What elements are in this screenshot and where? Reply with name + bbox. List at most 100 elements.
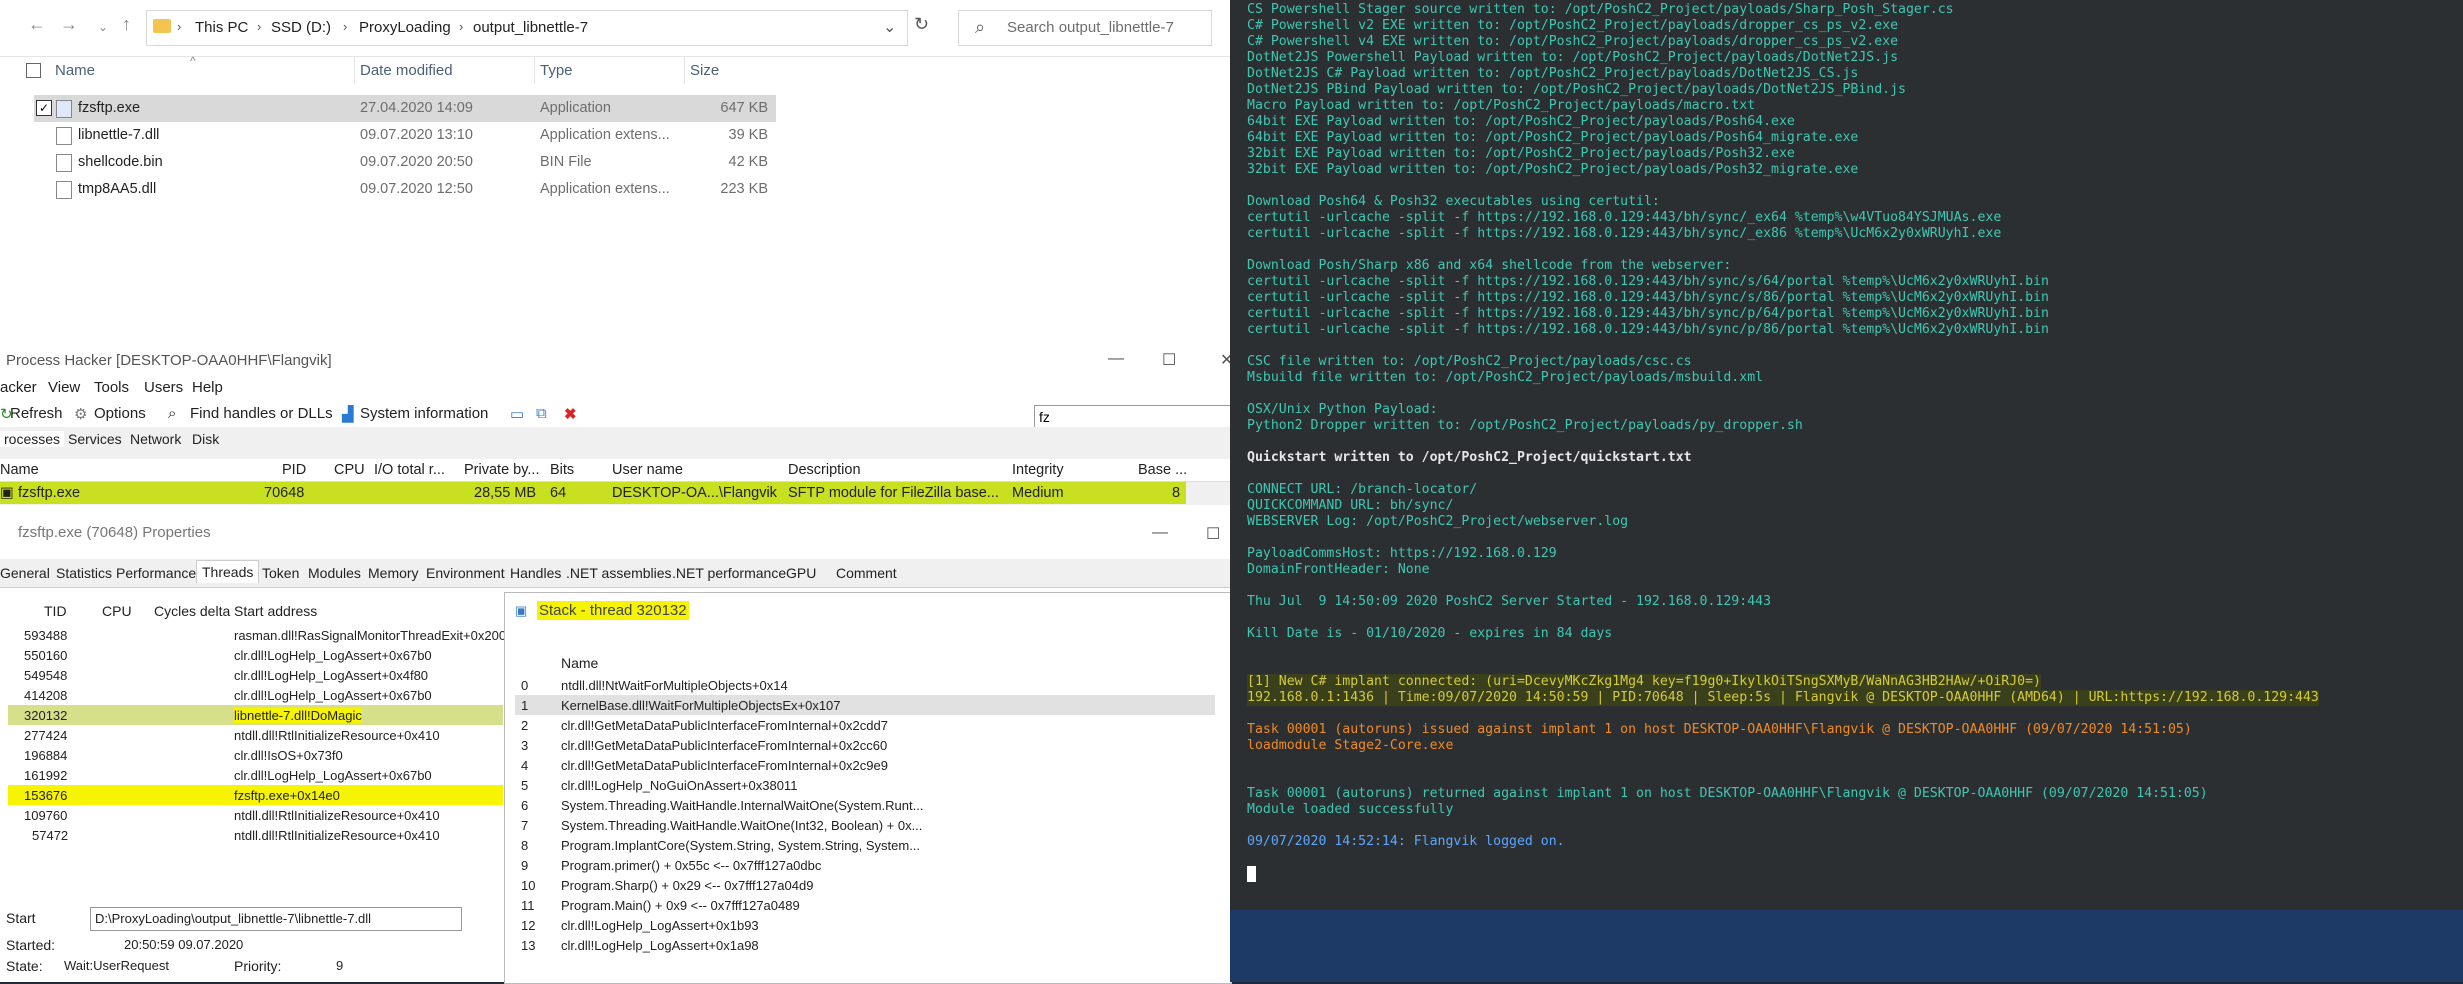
stack-frame[interactable]: 8 Program.ImplantCore(System.String, Syst… bbox=[515, 835, 1215, 855]
tab-processes[interactable]: rocesses bbox=[0, 431, 65, 447]
maximize-icon[interactable]: ☐ bbox=[1206, 524, 1220, 544]
menu-users[interactable]: Users bbox=[144, 379, 183, 396]
tab-handles[interactable]: Handles bbox=[510, 565, 561, 581]
search-input[interactable]: ⌕ Search output_libnettle-7 bbox=[958, 10, 1212, 46]
file-row[interactable]: libnettle-7.dll 09.07.2020 13:10 Applica… bbox=[34, 122, 776, 149]
tab-net-assemblies[interactable]: .NET assemblies bbox=[566, 565, 672, 581]
breadcrumb-item[interactable]: ProxyLoading bbox=[359, 19, 451, 36]
menu-help[interactable]: Help bbox=[192, 379, 223, 396]
file-row[interactable]: shellcode.bin 09.07.2020 20:50 BIN File … bbox=[34, 149, 776, 176]
tab-statistics[interactable]: Statistics bbox=[56, 565, 112, 581]
thread-row[interactable]: 196884 clr.dll!IsOS+0x73f0 bbox=[8, 745, 503, 765]
thread-row[interactable]: 109760 ntdll.dll!RtlInitializeResource+0x… bbox=[8, 805, 503, 825]
col-cpu[interactable]: CPU bbox=[334, 462, 365, 478]
stack-frame[interactable]: 0 ntdll.dll!NtWaitForMultipleObjects+0x14 bbox=[515, 675, 1215, 695]
filter-input[interactable]: fz bbox=[1034, 405, 1232, 429]
tab-net-performance[interactable]: .NET performance bbox=[672, 565, 786, 581]
stack-frame[interactable]: 7 System.Threading.WaitHandle.WaitOne(Int… bbox=[515, 815, 1215, 835]
stack-frame[interactable]: 2 clr.dll!GetMetaDataPublicInterfaceFromI… bbox=[515, 715, 1215, 735]
refresh-icon[interactable]: ↻ bbox=[914, 14, 929, 35]
thread-row-highlighted[interactable]: 153676 fzsftp.exe+0x14e0 bbox=[8, 785, 503, 805]
thread-row[interactable]: 277424 ntdll.dll!RtlInitializeResource+0x… bbox=[8, 725, 503, 745]
tab-threads[interactable]: Threads bbox=[196, 560, 260, 583]
process-row[interactable]: ▣ fzsftp.exe 70648 28,55 MB 64 DESKTOP-O… bbox=[0, 482, 1186, 504]
stack-frame[interactable]: 11 Program.Main() + 0x9 <-- 0x7fff127a048… bbox=[515, 895, 1215, 915]
col-private[interactable]: Private by... bbox=[464, 462, 539, 478]
tab-environment[interactable]: Environment bbox=[426, 565, 505, 581]
col-cycles-delta[interactable]: Cycles delta bbox=[154, 603, 230, 619]
col-integrity[interactable]: Integrity bbox=[1012, 462, 1064, 478]
poshc2-terminal[interactable]: CS Powershell Stager source written to: … bbox=[1230, 0, 2463, 910]
window-find-icon[interactable]: ⧉ bbox=[536, 405, 547, 422]
forward-arrow-icon[interactable]: → bbox=[60, 14, 78, 35]
start-field[interactable]: D:\ProxyLoading\output_libnettle-7\libne… bbox=[90, 907, 462, 931]
column-date-modified[interactable]: Date modified bbox=[360, 62, 453, 79]
stack-frame[interactable]: 3 clr.dll!GetMetaDataPublicInterfaceFromI… bbox=[515, 735, 1215, 755]
thread-row[interactable]: 57472 ntdll.dll!RtlInitializeResource+0x4… bbox=[8, 825, 503, 845]
find-handles-button[interactable]: Find handles or DLLs bbox=[190, 405, 333, 422]
tab-network[interactable]: Network bbox=[130, 431, 181, 447]
frame-name: Program.ImplantCore(System.String, Syste… bbox=[561, 838, 921, 853]
tab-token[interactable]: Token bbox=[262, 565, 299, 581]
stack-frame[interactable]: 13 clr.dll!LogHelp_LogAssert+0x1a98 bbox=[515, 935, 1215, 955]
file-row[interactable]: fzsftp.exe 27.04.2020 14:09 Application … bbox=[34, 95, 776, 122]
terminate-icon[interactable]: ✖ bbox=[564, 405, 577, 423]
tab-general[interactable]: General bbox=[0, 565, 50, 581]
file-checkbox[interactable]: ✓ bbox=[36, 100, 52, 116]
col-description[interactable]: Description bbox=[788, 462, 861, 478]
menu-hacker[interactable]: acker bbox=[0, 379, 37, 396]
thread-row[interactable]: 593488 rasman.dll!RasSignalMonitorThreadE… bbox=[8, 625, 506, 645]
dropdown-chevron-icon[interactable]: ⌄ bbox=[883, 17, 896, 37]
refresh-button[interactable]: Refresh bbox=[10, 405, 63, 422]
thread-row[interactable]: 549548 clr.dll!LogHelp_LogAssert+0x4f80 bbox=[8, 665, 503, 685]
thread-row-selected[interactable]: 320132 libnettle-7.dll!DoMagic bbox=[8, 705, 503, 725]
stack-frame[interactable]: 10 Program.Sharp() + 0x29 <-- 0x7fff127a0… bbox=[515, 875, 1215, 895]
address-bar[interactable]: › This PC › SSD (D:) › ProxyLoading › ou… bbox=[146, 10, 908, 46]
col-base[interactable]: Base ... bbox=[1138, 462, 1187, 478]
window-icon[interactable]: ▭ bbox=[510, 405, 524, 423]
col-user[interactable]: User name bbox=[612, 462, 683, 478]
breadcrumb-item[interactable]: SSD (D:) bbox=[271, 19, 331, 36]
tab-comment[interactable]: Comment bbox=[836, 565, 897, 581]
col-start-address[interactable]: Start address bbox=[234, 603, 317, 619]
minimize-icon[interactable]: — bbox=[1108, 350, 1124, 368]
system-information-button[interactable]: System information bbox=[360, 405, 488, 422]
col-name[interactable]: Name bbox=[0, 462, 39, 478]
tab-modules[interactable]: Modules bbox=[308, 565, 361, 581]
column-type[interactable]: Type bbox=[540, 62, 573, 79]
col-tid[interactable]: TID bbox=[44, 603, 67, 619]
col-cpu[interactable]: CPU bbox=[102, 603, 132, 619]
col-io[interactable]: I/O total r... bbox=[374, 462, 445, 478]
menu-view[interactable]: View bbox=[48, 379, 80, 396]
back-arrow-icon[interactable]: ← bbox=[28, 14, 46, 35]
tab-memory[interactable]: Memory bbox=[368, 565, 419, 581]
col-name[interactable]: Name bbox=[561, 655, 598, 671]
stack-frame[interactable]: 6 System.Threading.WaitHandle.InternalWai… bbox=[515, 795, 1215, 815]
maximize-icon[interactable]: ☐ bbox=[1162, 350, 1176, 370]
breadcrumb-item[interactable]: output_libnettle-7 bbox=[473, 19, 588, 36]
thread-row[interactable]: 414208 clr.dll!LogHelp_LogAssert+0x67b0 bbox=[8, 685, 503, 705]
thread-row[interactable]: 550160 clr.dll!LogHelp_LogAssert+0x67b0 bbox=[8, 645, 503, 665]
column-name[interactable]: Name bbox=[55, 62, 95, 79]
options-button[interactable]: Options bbox=[94, 405, 146, 422]
file-row[interactable]: tmp8AA5.dll 09.07.2020 12:50 Application… bbox=[34, 176, 776, 203]
stack-frame-selected[interactable]: 1 KernelBase.dll!WaitForMultipleObjectsEx… bbox=[515, 695, 1215, 715]
tab-gpu[interactable]: GPU bbox=[786, 565, 816, 581]
stack-frame[interactable]: 4 clr.dll!GetMetaDataPublicInterfaceFromI… bbox=[515, 755, 1215, 775]
stack-frame[interactable]: 9 Program.primer() + 0x55c <-- 0x7fff127a… bbox=[515, 855, 1215, 875]
tab-performance[interactable]: Performance bbox=[116, 565, 196, 581]
col-pid[interactable]: PID bbox=[282, 462, 306, 478]
col-bits[interactable]: Bits bbox=[550, 462, 574, 478]
menu-tools[interactable]: Tools bbox=[94, 379, 129, 396]
up-arrow-icon[interactable]: ↑ bbox=[122, 14, 131, 35]
recent-chevron-icon[interactable]: ⌄ bbox=[98, 20, 108, 34]
thread-row[interactable]: 161992 clr.dll!LogHelp_LogAssert+0x67b0 bbox=[8, 765, 503, 785]
column-size[interactable]: Size bbox=[690, 62, 719, 79]
select-all-checkbox[interactable] bbox=[26, 63, 41, 78]
breadcrumb-item[interactable]: This PC bbox=[195, 19, 248, 36]
stack-frame[interactable]: 12 clr.dll!LogHelp_LogAssert+0x1b93 bbox=[515, 915, 1215, 935]
minimize-icon[interactable]: — bbox=[1152, 524, 1168, 542]
stack-frame[interactable]: 5 clr.dll!LogHelp_NoGuiOnAssert+0x38011 bbox=[515, 775, 1215, 795]
tab-services[interactable]: Services bbox=[68, 431, 122, 447]
tab-disk[interactable]: Disk bbox=[192, 431, 219, 447]
